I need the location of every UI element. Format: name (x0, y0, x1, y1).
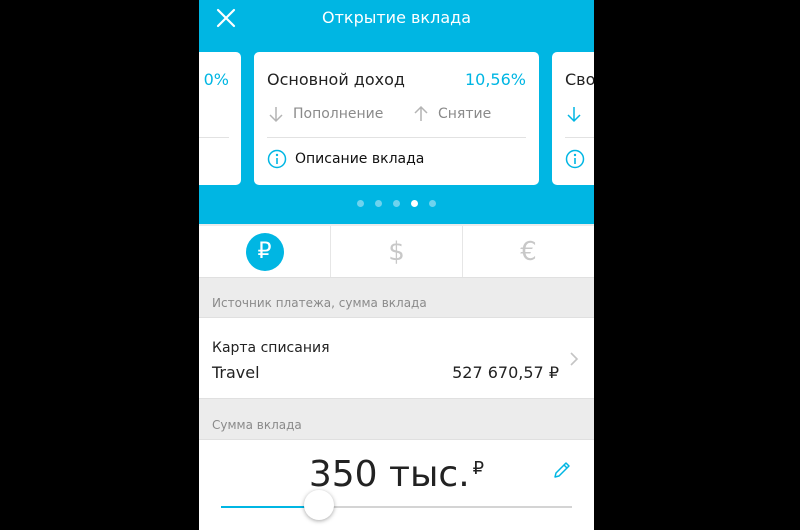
chevron-right-icon (570, 352, 579, 366)
deposit-option: Пополнение (267, 105, 383, 123)
carousel-dot[interactable] (429, 200, 436, 207)
arrow-down-icon (269, 107, 283, 123)
amount-slider-thumb[interactable] (304, 490, 335, 520)
source-card-selector[interactable]: Карта списания Travel 527 670,57 ₽ (199, 317, 594, 399)
info-icon (565, 149, 585, 169)
arrow-up-icon (414, 105, 428, 121)
header: Открытие вклада 0% Основной доход 10,56%… (199, 0, 594, 224)
amount-display: 350 тыс. ₽ (199, 454, 594, 495)
card-divider (267, 137, 526, 138)
amount-currency: ₽ (472, 458, 485, 479)
source-card-balance: 527 670,57 ₽ (452, 363, 559, 382)
amount-slider-track[interactable] (221, 506, 572, 508)
carousel-dot[interactable] (411, 200, 418, 207)
currency-tab-eur[interactable]: € (463, 226, 594, 277)
ruble-icon: ₽ (245, 232, 284, 271)
deposit-card-next[interactable]: Сво (552, 52, 594, 185)
info-icon (267, 149, 287, 169)
deposit-label: Пополнение (293, 106, 384, 122)
source-card-label: Карта списания (212, 340, 330, 356)
card-name: Сво (565, 70, 594, 89)
description-label: Описание вклада (295, 151, 425, 167)
deposit-card-prev[interactable]: 0% (199, 52, 241, 185)
currency-tab-usd[interactable]: $ (331, 226, 463, 277)
carousel-dot[interactable] (357, 200, 364, 207)
arrow-down-icon (567, 107, 581, 123)
app-screen: Открытие вклада 0% Основной доход 10,56%… (199, 0, 594, 530)
deposit-option (565, 105, 591, 123)
currency-tab-rub[interactable]: ₽ (199, 226, 331, 277)
card-divider (199, 137, 229, 138)
carousel-dot[interactable] (375, 200, 382, 207)
withdraw-label: Снятие (438, 106, 492, 122)
amount-value: 350 тыс. (308, 454, 470, 495)
amount-panel: 350 тыс. ₽ (199, 439, 594, 530)
description-link[interactable]: Описание вклада (267, 149, 424, 169)
source-section-header: Источник платежа, сумма вклада (212, 296, 427, 310)
card-divider (565, 137, 594, 138)
carousel-pagination (199, 200, 594, 207)
dollar-icon: $ (388, 236, 405, 267)
card-rate: 0% (203, 70, 229, 89)
currency-selector: ₽ $ € (199, 226, 594, 278)
amount-section-header: Сумма вклада (212, 418, 302, 432)
source-card-name: Travel (212, 363, 260, 382)
deposit-card-main[interactable]: Основной доход 10,56% Пополнение Снятие … (254, 52, 539, 185)
page-title: Открытие вклада (321, 8, 471, 27)
withdraw-option: Снятие (412, 105, 491, 123)
card-rate: 10,56% (464, 70, 526, 89)
description-link[interactable] (565, 149, 593, 169)
carousel-dot[interactable] (393, 200, 400, 207)
euro-icon: € (520, 236, 537, 267)
card-name: Основной доход (267, 70, 405, 89)
pencil-icon[interactable] (552, 460, 572, 484)
